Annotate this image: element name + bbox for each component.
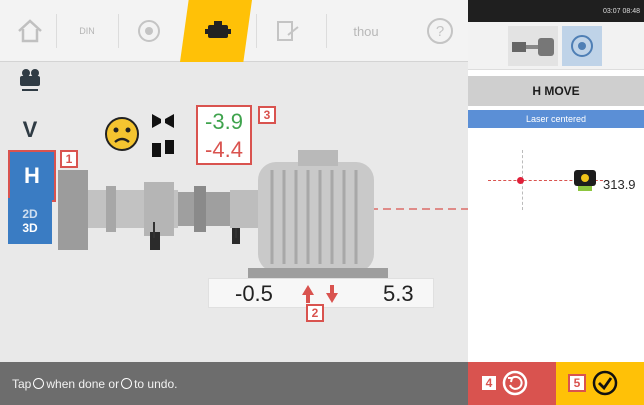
undo-circle-icon xyxy=(121,378,133,389)
coupling-values-box: -3.9 -4.4 xyxy=(196,105,252,165)
alignment-move-icon[interactable] xyxy=(196,0,240,62)
instruction-tap: Tap xyxy=(12,376,32,391)
callout-4: 4 xyxy=(480,374,498,392)
machine-icon[interactable] xyxy=(126,0,172,62)
mode-3d-label: 3D xyxy=(22,221,38,235)
machine-thumbnail-selected[interactable] xyxy=(562,26,602,66)
undo-button[interactable]: 4 xyxy=(468,362,556,405)
h-move-title: H MOVE xyxy=(468,76,644,106)
check-icon xyxy=(592,370,618,396)
units-label: thou xyxy=(353,23,379,39)
instruction-undo: to undo. xyxy=(134,376,178,391)
report-icon[interactable] xyxy=(262,0,312,62)
machine-thumbnail[interactable] xyxy=(508,26,558,66)
view-toggle-icon[interactable] xyxy=(8,64,52,96)
instruction-bar: Tap when done or to undo. xyxy=(0,362,468,405)
right-panel: 03:07 08:48 H MOVE Laser centered 313.9 xyxy=(468,0,644,405)
top-toolbar: DIN thou ? xyxy=(0,0,468,62)
back-foot-value: 5.3 xyxy=(383,281,414,306)
laser-status-bar: Laser centered xyxy=(468,110,644,128)
angularity-icon xyxy=(150,110,176,132)
vertical-button[interactable]: V xyxy=(8,112,52,148)
instruction-when-done: when done or xyxy=(46,376,120,391)
sensor-reading: 313.9 xyxy=(603,177,636,192)
machine-selector xyxy=(468,22,644,70)
help-label: ? xyxy=(427,18,453,44)
undo-icon xyxy=(502,370,528,396)
front-foot-value: -0.5 xyxy=(235,281,273,306)
home-icon[interactable] xyxy=(10,0,50,62)
offset-value: -4.4 xyxy=(205,137,243,162)
device-status-bar: 03:07 08:48 xyxy=(468,0,644,22)
done-button[interactable]: 5 xyxy=(556,362,644,405)
done-check-icon xyxy=(33,378,45,389)
bad-alignment-smiley-icon xyxy=(104,116,140,152)
units-button[interactable]: thou xyxy=(336,0,396,62)
callout-1: 1 xyxy=(60,150,78,168)
angularity-value: -3.9 xyxy=(205,109,243,134)
offset-icon xyxy=(150,138,176,160)
din-label: DIN xyxy=(79,26,95,36)
horizontal-button[interactable]: H xyxy=(8,150,56,202)
laser-dot xyxy=(517,177,524,184)
callout-3: 3 xyxy=(258,106,276,124)
move-down-arrow-icon xyxy=(325,283,339,305)
dimension-toggle-button[interactable]: 2D 3D xyxy=(8,198,52,244)
mode-2d-label: 2D xyxy=(22,207,38,221)
left-column: V H 2D 3D xyxy=(0,62,58,362)
device-clock: 03:07 08:48 xyxy=(603,7,640,15)
move-up-arrow-icon xyxy=(301,283,315,305)
din-icon[interactable]: DIN xyxy=(64,0,110,62)
callout-2: 2 xyxy=(306,304,324,322)
help-icon[interactable]: ? xyxy=(420,0,460,62)
sensor-icon xyxy=(572,166,600,194)
callout-5: 5 xyxy=(568,374,586,392)
